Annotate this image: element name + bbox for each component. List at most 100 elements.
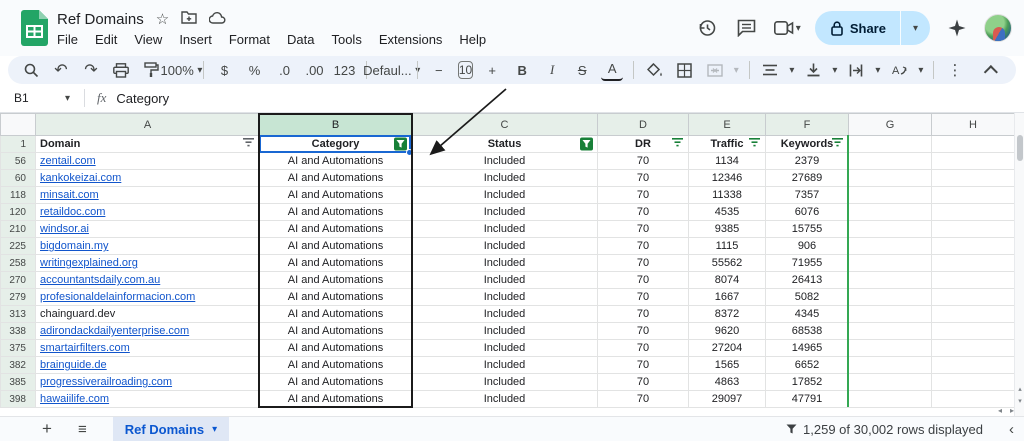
text-color-button[interactable]: A: [601, 59, 624, 81]
domain-link[interactable]: minsait.com: [40, 189, 99, 201]
column-header-f[interactable]: F: [765, 113, 849, 136]
share-button[interactable]: Share: [815, 11, 900, 45]
cell-traffic[interactable]: 1667: [688, 288, 766, 306]
cell-f1-keywords-header[interactable]: Keywords: [765, 135, 849, 153]
move-to-folder-icon[interactable]: [181, 11, 197, 27]
paint-format-icon[interactable]: [140, 59, 162, 81]
cell-dr[interactable]: 70: [597, 254, 689, 272]
filter-icon-traffic[interactable]: [749, 138, 760, 150]
row-number[interactable]: 385: [0, 373, 36, 391]
cell-g[interactable]: [848, 356, 932, 374]
cell-g[interactable]: [848, 254, 932, 272]
cell-keywords[interactable]: 17852: [765, 373, 849, 391]
cell-status[interactable]: Included: [411, 322, 598, 340]
row-number[interactable]: 120: [0, 203, 36, 221]
cell-g[interactable]: [848, 220, 932, 238]
zoom-select[interactable]: 100% ▾: [161, 59, 203, 81]
row-number[interactable]: 338: [0, 322, 36, 340]
text-rotation-dropdown-icon[interactable]: ▾: [918, 65, 923, 76]
text-wrap-icon[interactable]: [845, 59, 867, 81]
cell-h[interactable]: [931, 237, 1015, 255]
cell-traffic[interactable]: 8372: [688, 305, 766, 323]
row-number[interactable]: 225: [0, 237, 36, 255]
cell-domain[interactable]: progressiverailroading.com: [35, 373, 260, 391]
cell-h[interactable]: [931, 152, 1015, 170]
formula-input[interactable]: Category: [116, 91, 169, 106]
cell-dr[interactable]: 70: [597, 322, 689, 340]
borders-icon[interactable]: [674, 59, 696, 81]
cell-h[interactable]: [931, 305, 1015, 323]
cell-dr[interactable]: 70: [597, 169, 689, 187]
more-options-icon[interactable]: ⋮: [944, 59, 966, 81]
column-header-e[interactable]: E: [688, 113, 766, 136]
cell-domain[interactable]: windsor.ai: [35, 220, 260, 238]
cell-g[interactable]: [848, 203, 932, 221]
version-history-icon[interactable]: [694, 15, 720, 41]
cell-domain[interactable]: accountantsdaily.com.au: [35, 271, 260, 289]
cell-category[interactable]: AI and Automations: [259, 203, 412, 221]
comments-icon[interactable]: [734, 15, 760, 41]
row-number[interactable]: 313: [0, 305, 36, 323]
cell-category[interactable]: AI and Automations: [259, 390, 412, 408]
cell-category[interactable]: AI and Automations: [259, 186, 412, 204]
menu-help[interactable]: Help: [459, 32, 486, 47]
cell-domain[interactable]: profesionaldelainformacion.com: [35, 288, 260, 306]
doc-title[interactable]: Ref Domains: [57, 11, 144, 28]
column-header-g[interactable]: G: [848, 113, 932, 136]
undo-icon[interactable]: ↶: [50, 59, 72, 81]
font-family-select[interactable]: Defaul... ▾: [363, 59, 420, 81]
cell-h[interactable]: [931, 254, 1015, 272]
cell-traffic[interactable]: 9620: [688, 322, 766, 340]
cell-h1[interactable]: [931, 135, 1015, 153]
domain-link[interactable]: retaildoc.com: [40, 206, 105, 218]
decrease-font-size-button[interactable]: −: [428, 59, 450, 81]
cell-h[interactable]: [931, 203, 1015, 221]
cell-status[interactable]: Included: [411, 339, 598, 357]
cell-g[interactable]: [848, 373, 932, 391]
cell-h[interactable]: [931, 356, 1015, 374]
cell-status[interactable]: Included: [411, 220, 598, 238]
cell-b1-category-header[interactable]: Category: [259, 135, 412, 153]
row-number[interactable]: 118: [0, 186, 36, 204]
cell-domain[interactable]: smartairfilters.com: [35, 339, 260, 357]
domain-link[interactable]: smartairfilters.com: [40, 342, 130, 354]
cell-g[interactable]: [848, 339, 932, 357]
cloud-status-icon[interactable]: [208, 11, 226, 27]
cell-a1-domain-header[interactable]: Domain: [35, 135, 260, 153]
increase-decimal-button[interactable]: .00: [304, 59, 326, 81]
cell-keywords[interactable]: 71955: [765, 254, 849, 272]
font-size-input[interactable]: 10: [457, 61, 474, 79]
cell-category[interactable]: AI and Automations: [259, 339, 412, 357]
cell-domain[interactable]: zentail.com: [35, 152, 260, 170]
cell-traffic[interactable]: 1134: [688, 152, 766, 170]
cell-category[interactable]: AI and Automations: [259, 254, 412, 272]
domain-link[interactable]: profesionaldelainformacion.com: [40, 291, 195, 303]
sheet-tab-ref-domains[interactable]: Ref Domains ▾: [112, 417, 230, 441]
cell-keywords[interactable]: 15755: [765, 220, 849, 238]
cell-keywords[interactable]: 7357: [765, 186, 849, 204]
cell-domain[interactable]: retaildoc.com: [35, 203, 260, 221]
fill-handle[interactable]: [406, 149, 413, 156]
fill-color-icon[interactable]: [644, 59, 666, 81]
cell-status[interactable]: Included: [411, 203, 598, 221]
scroll-down-icon[interactable]: ▾: [1015, 397, 1024, 405]
cell-traffic[interactable]: 4863: [688, 373, 766, 391]
cell-dr[interactable]: 70: [597, 152, 689, 170]
cell-status[interactable]: Included: [411, 152, 598, 170]
gemini-sparkle-icon[interactable]: [944, 15, 970, 41]
domain-link[interactable]: hawaiilife.com: [40, 393, 109, 405]
domain-link[interactable]: windsor.ai: [40, 223, 89, 235]
cell-g[interactable]: [848, 152, 932, 170]
name-box[interactable]: B1 ▾: [0, 91, 78, 105]
cell-c1-status-header[interactable]: Status: [411, 135, 598, 153]
row-number[interactable]: 56: [0, 152, 36, 170]
menu-data[interactable]: Data: [287, 32, 314, 47]
column-header-h[interactable]: H: [931, 113, 1015, 136]
cell-status[interactable]: Included: [411, 288, 598, 306]
add-sheet-icon[interactable]: +: [42, 419, 52, 439]
horizontal-align-dropdown-icon[interactable]: ▾: [789, 65, 794, 76]
cell-h[interactable]: [931, 288, 1015, 306]
cell-status[interactable]: Included: [411, 305, 598, 323]
cell-domain[interactable]: kankokeizai.com: [35, 169, 260, 187]
menu-edit[interactable]: Edit: [95, 32, 117, 47]
